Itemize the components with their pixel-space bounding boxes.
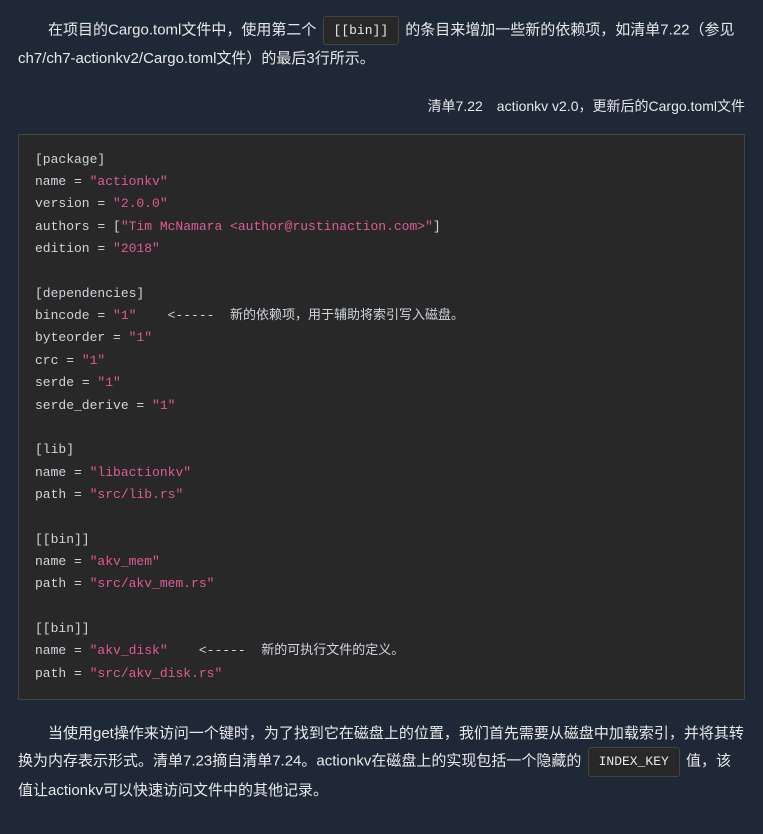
code-line [35, 417, 728, 439]
code-line: name = "akv_mem" [35, 551, 728, 573]
code-line: byteorder = "1" [35, 327, 728, 349]
outro-paragraph: 当使用get操作来访问一个键时，为了找到它在磁盘上的位置，我们首先需要从磁盘中加… [18, 720, 745, 803]
code-line: [dependencies] [35, 283, 728, 305]
code-line: path = "src/akv_disk.rs" [35, 663, 728, 685]
code-line: serde = "1" [35, 372, 728, 394]
listing-caption: 清单7.22 actionkv v2.0，更新后的Cargo.toml文件 [18, 94, 745, 119]
code-line: path = "src/lib.rs" [35, 484, 728, 506]
code-indexkey: INDEX_KEY [588, 747, 680, 776]
code-line: name = "actionkv" [35, 171, 728, 193]
code-line: [[bin]] [35, 529, 728, 551]
code-line: serde_derive = "1" [35, 395, 728, 417]
code-line [35, 506, 728, 528]
code-line: name = "libactionkv" [35, 462, 728, 484]
code-line: edition = "2018" [35, 238, 728, 260]
intro-text-1: 在项目的Cargo.toml文件中，使用第二个 [48, 22, 321, 39]
code-line: [package] [35, 149, 728, 171]
intro-paragraph: 在项目的Cargo.toml文件中，使用第二个 [[bin]] 的条目来增加一些… [18, 16, 745, 72]
code-line: crc = "1" [35, 350, 728, 372]
code-listing: [package] name = "actionkv" version = "2… [18, 134, 745, 701]
code-line [35, 596, 728, 618]
code-line: [lib] [35, 439, 728, 461]
code-line: bincode = "1" <----- 新的依赖项，用于辅助将索引写入磁盘。 [35, 305, 728, 327]
code-line: version = "2.0.0" [35, 193, 728, 215]
code-line: path = "src/akv_mem.rs" [35, 573, 728, 595]
code-line: [[bin]] [35, 618, 728, 640]
code-line: authors = ["Tim McNamara <author@rustina… [35, 216, 728, 238]
code-line [35, 260, 728, 282]
code-bin: [[bin]] [323, 16, 400, 45]
code-line: name = "akv_disk" <----- 新的可执行文件的定义。 [35, 640, 728, 662]
